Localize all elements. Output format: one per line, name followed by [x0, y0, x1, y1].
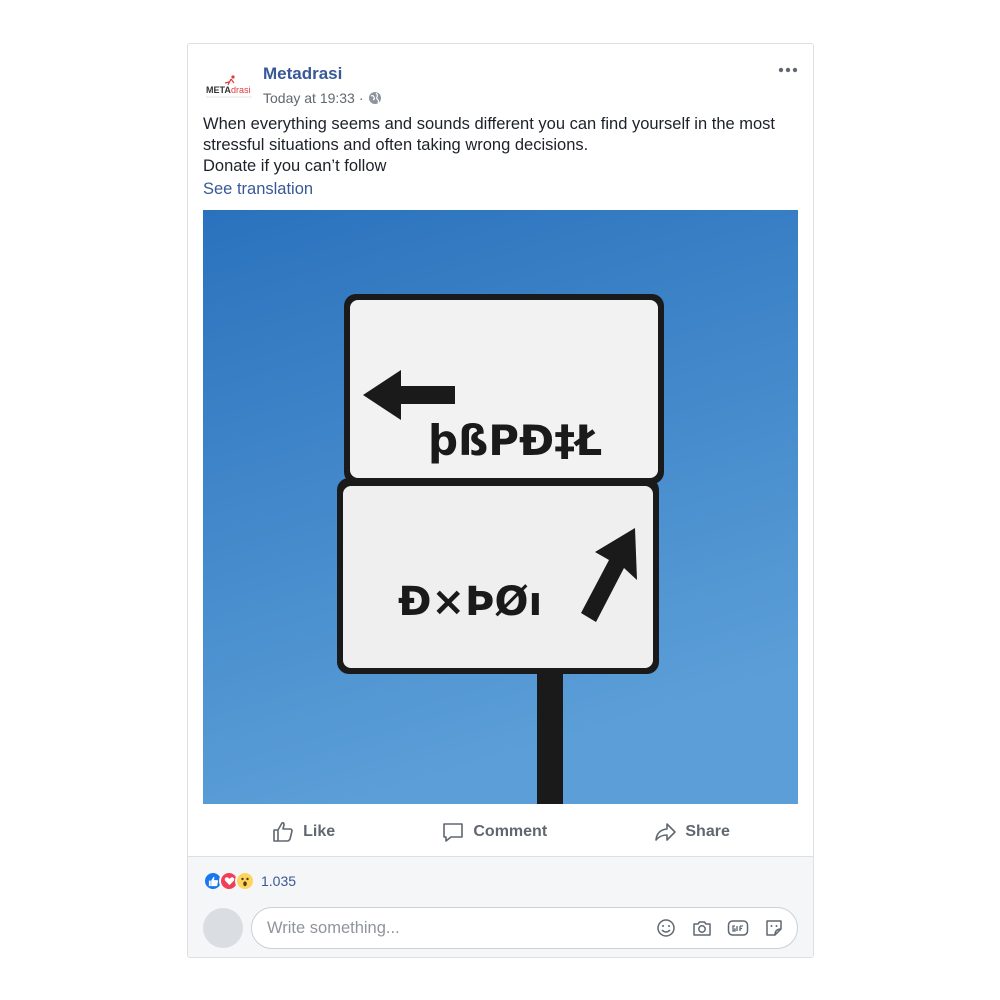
logo-text-meta: META — [206, 85, 231, 95]
user-avatar — [203, 908, 243, 948]
sticker-icon[interactable] — [763, 917, 785, 939]
comment-input[interactable] — [267, 918, 655, 938]
share-label: Share — [685, 823, 730, 840]
gif-icon[interactable] — [727, 917, 749, 939]
comment-button[interactable]: Comment — [429, 814, 559, 850]
post-actions-bar: Like Comment Share — [188, 809, 813, 855]
more-options-button[interactable] — [775, 60, 801, 80]
share-arrow-icon — [655, 823, 677, 841]
post-text-line-2: Donate if you can’t follow — [203, 157, 387, 175]
reactions-summary[interactable]: 1.035 — [203, 871, 296, 891]
logo-text-drasi: drasi — [231, 85, 251, 95]
post-body-text: When everything seems and sounds differe… — [203, 114, 798, 200]
facebook-post-card: META drasi Metadrasi Today at 19:33 · Wh… — [187, 43, 814, 958]
post-timestamp[interactable]: Today at 19:33 — [263, 90, 355, 106]
see-translation-link[interactable]: See translation — [203, 179, 798, 200]
share-button[interactable]: Share — [641, 814, 741, 850]
like-label: Like — [303, 823, 336, 840]
post-text-line-1: When everything seems and sounds differe… — [203, 115, 776, 154]
page-avatar-logo[interactable]: META drasi — [204, 68, 254, 110]
comments-section: 1.035 — [188, 856, 813, 957]
sign-top-text: þßPĐ‡Ł — [428, 416, 602, 465]
metadrasi-logo-icon: META drasi — [206, 75, 252, 98]
road-sign-photo: þßPĐ‡Ł Đ×ÞØı — [203, 210, 798, 804]
thumbs-up-icon — [273, 821, 293, 842]
camera-icon[interactable] — [691, 917, 713, 939]
post-meta: Today at 19:33 · — [263, 90, 382, 106]
globe-icon[interactable] — [368, 91, 382, 105]
sign-pole — [537, 660, 563, 804]
comment-composer — [251, 907, 798, 949]
reaction-count[interactable]: 1.035 — [261, 873, 296, 889]
meta-separator: · — [358, 90, 364, 106]
like-button[interactable]: Like — [259, 814, 347, 850]
post-header: META drasi Metadrasi Today at 19:33 · — [188, 44, 813, 114]
more-horizontal-icon — [778, 67, 798, 73]
comment-label: Comment — [473, 823, 548, 840]
post-photo[interactable]: þßPĐ‡Ł Đ×ÞØı — [203, 210, 798, 804]
comment-tools — [655, 917, 785, 939]
page-name-link[interactable]: Metadrasi — [263, 64, 342, 84]
sign-bottom-text: Đ×ÞØı — [398, 579, 542, 625]
emoji-icon[interactable] — [655, 917, 677, 939]
comment-bubble-icon — [443, 823, 464, 842]
wow-reaction-icon — [235, 871, 255, 891]
